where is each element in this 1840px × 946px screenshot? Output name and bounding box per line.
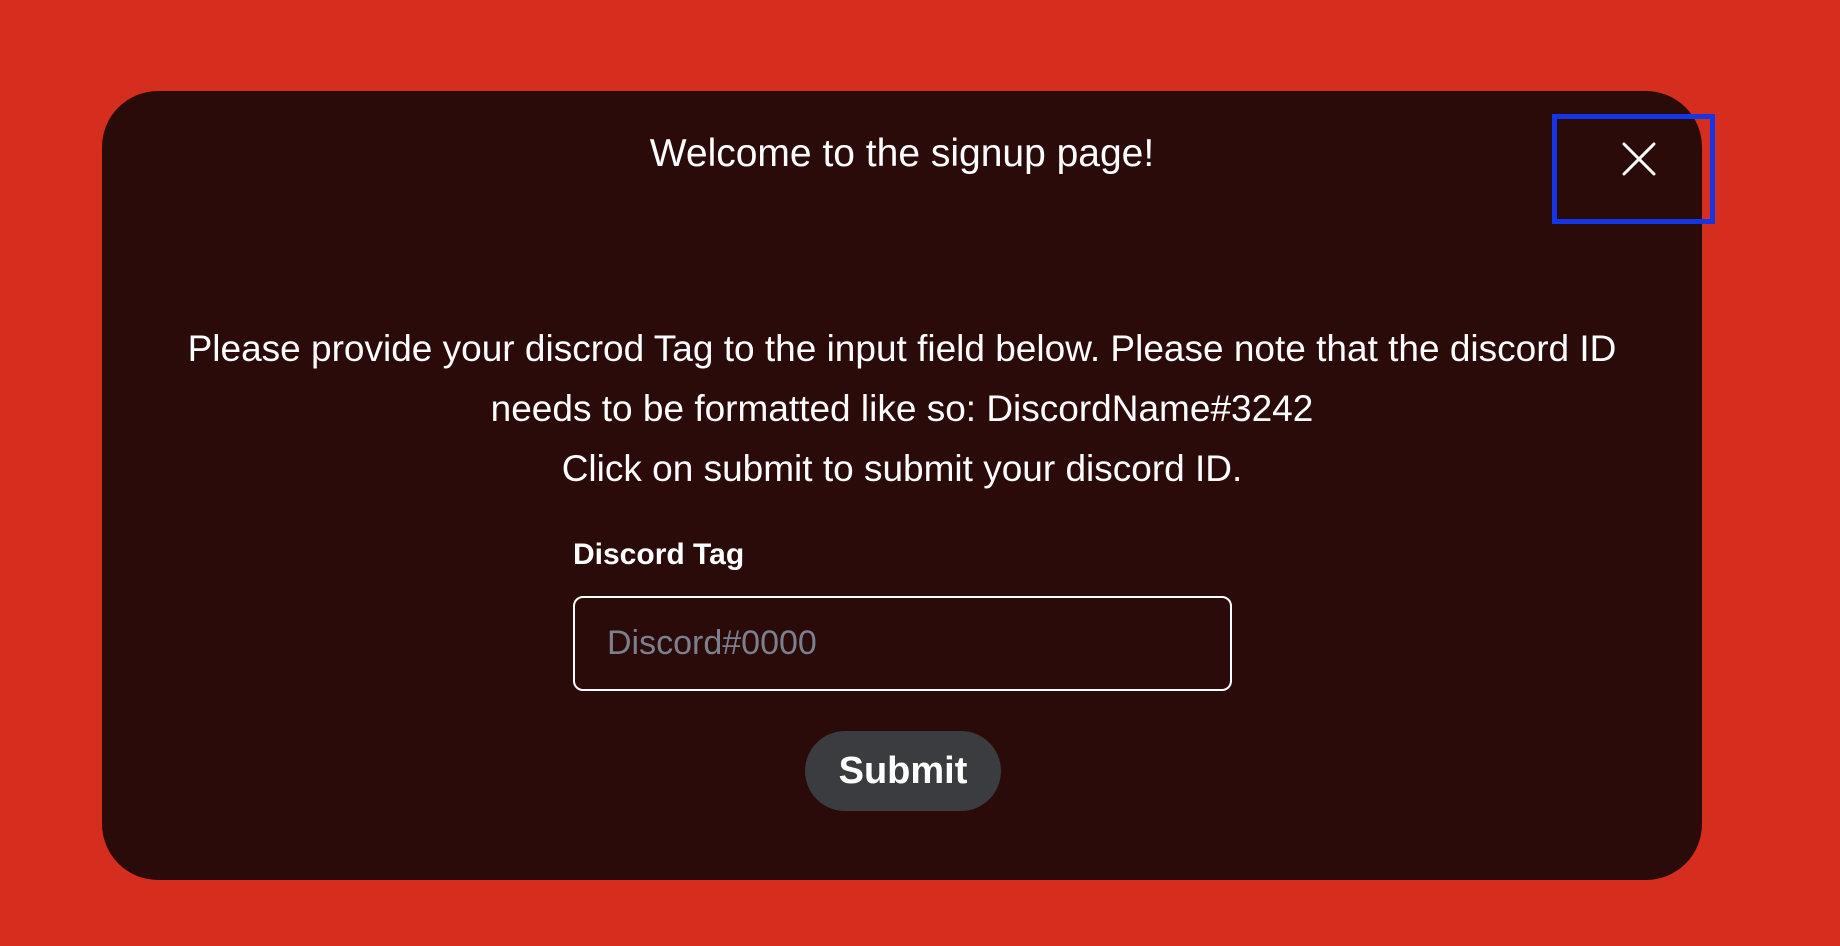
signup-modal: Welcome to the signup page! Please provi… <box>102 91 1715 880</box>
modal-title: Welcome to the signup page! <box>649 132 1155 175</box>
instructions-line: needs to be formatted like so: DiscordNa… <box>490 388 1314 429</box>
page-background: { "modal": { "title": "Welcome to the si… <box>0 0 1840 946</box>
discord-tag-label: Discord Tag <box>573 538 745 571</box>
instructions-line: Please provide your discrod Tag to the i… <box>187 328 1617 369</box>
instructions-text: Please provide your discrod Tag to the i… <box>102 319 1702 499</box>
close-icon <box>1622 142 1656 176</box>
submit-button[interactable]: Submit <box>805 731 1001 811</box>
instructions-line: Click on submit to submit your discord I… <box>561 448 1243 489</box>
close-button[interactable] <box>1552 114 1715 224</box>
discord-tag-input[interactable] <box>573 596 1232 691</box>
